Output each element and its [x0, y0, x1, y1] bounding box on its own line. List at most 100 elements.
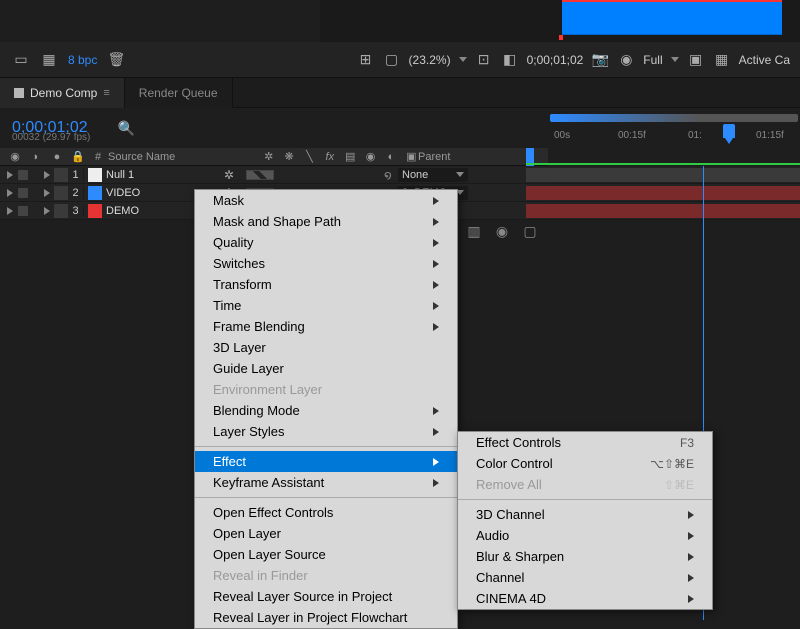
grid-icon[interactable]: ⊞	[357, 52, 375, 68]
submenu-arrow-icon	[433, 239, 439, 247]
trash-icon[interactable]: 🗑	[107, 52, 125, 68]
switch-icon: ◐	[384, 150, 397, 164]
layer-swatch[interactable]	[88, 186, 102, 200]
menu-item[interactable]: Open Effect Controls	[195, 502, 457, 523]
audio-toggle-icon[interactable]: ◗	[29, 150, 43, 164]
parent-dropdown[interactable]: None	[398, 168, 468, 182]
menu-item[interactable]: Guide Layer	[195, 358, 457, 379]
zoom-dropdown[interactable]: (23.2%)	[409, 53, 451, 67]
layer-name[interactable]: Null 1	[106, 169, 224, 181]
layer-swatch[interactable]	[88, 204, 102, 218]
col-source-name[interactable]: Source Name	[108, 151, 258, 163]
layer-number: 2	[68, 187, 84, 199]
guides-icon[interactable]: ▦	[713, 52, 731, 68]
menu-item-label: Remove All	[476, 477, 542, 492]
folder-icon[interactable]: ▭	[12, 52, 30, 68]
menu-item-label: Reveal in Finder	[213, 568, 308, 583]
menu-item[interactable]: 3D Layer	[195, 337, 457, 358]
resolution-dropdown[interactable]: Full	[643, 53, 662, 67]
menu-item[interactable]: Channel	[458, 567, 712, 588]
submenu-arrow-icon	[688, 574, 694, 582]
submenu-arrow-icon	[688, 595, 694, 603]
display-icon[interactable]: ▢	[383, 52, 401, 68]
label-color[interactable]	[54, 168, 68, 182]
triangle-right-icon	[44, 207, 50, 215]
menu-item[interactable]: Open Layer Source	[195, 544, 457, 565]
menu-shortcut: F3	[680, 436, 694, 450]
menu-item[interactable]: Blending Mode	[195, 400, 457, 421]
separator	[458, 499, 712, 500]
menu-item[interactable]: Mask	[195, 190, 457, 211]
crop-icon[interactable]: ⊡	[475, 52, 493, 68]
menu-item[interactable]: CINEMA 4D	[458, 588, 712, 609]
toolbar-timecode[interactable]: 0;00;01;02	[527, 53, 584, 67]
playhead[interactable]	[723, 124, 735, 138]
video-toggle-icon[interactable]: ◉	[8, 150, 22, 164]
menu-item[interactable]: Frame Blending	[195, 316, 457, 337]
time-navigator[interactable]	[550, 114, 798, 122]
toolbar: ▭ ▦ 8 bpc 🗑 ⊞ ▢ (23.2%) ⊡ ◧ 0;00;01;02 📷…	[0, 42, 800, 78]
menu-item[interactable]: 3D Channel	[458, 504, 712, 525]
menu-item[interactable]: Effect	[195, 451, 457, 472]
solo-icon[interactable]: ●	[50, 150, 64, 164]
expand-toggle[interactable]	[4, 169, 16, 181]
menu-item-label: Open Layer Source	[213, 547, 326, 562]
tab-demo-comp[interactable]: Demo Comp ≡	[0, 78, 125, 108]
tab-label: Render Queue	[139, 86, 218, 100]
submenu-arrow-icon	[688, 511, 694, 519]
layer-pill[interactable]	[40, 204, 54, 218]
region-icon[interactable]: ▣	[687, 52, 705, 68]
video-switch[interactable]	[18, 188, 28, 198]
menu-item[interactable]: Reveal Layer in Project Flowchart	[195, 607, 457, 628]
new-comp-icon[interactable]: ▦	[40, 52, 58, 68]
menu-item[interactable]: Time	[195, 295, 457, 316]
draft3d-icon[interactable]: ▢	[520, 222, 540, 240]
graph-icon[interactable]: ◉	[492, 222, 512, 240]
tab-render-queue[interactable]: Render Queue	[125, 78, 233, 108]
pickwhip-icon[interactable]: ໑	[384, 168, 398, 182]
menu-item[interactable]: Transform	[195, 274, 457, 295]
menu-item[interactable]: Quality	[195, 232, 457, 253]
menu-item[interactable]: Effect ControlsF3	[458, 432, 712, 453]
layer-pill[interactable]	[40, 186, 54, 200]
video-switch[interactable]	[18, 206, 28, 216]
layer-swatch[interactable]	[88, 168, 102, 182]
label-color[interactable]	[54, 186, 68, 200]
time-ruler[interactable]: 00s 00:15f 01: 01:15f	[548, 108, 800, 148]
switch-icon: ╲	[303, 150, 316, 164]
menu-item[interactable]: Switches	[195, 253, 457, 274]
timeline-area[interactable]	[548, 166, 800, 220]
transparency-icon[interactable]: ◧	[501, 52, 519, 68]
layer-bar[interactable]	[526, 186, 800, 200]
active-camera-dropdown[interactable]: Active Ca	[739, 53, 790, 67]
channels-icon[interactable]: ◉	[617, 52, 635, 68]
separator	[195, 497, 457, 498]
menu-item[interactable]: Audio	[458, 525, 712, 546]
layer-pill[interactable]	[40, 168, 54, 182]
layer-row[interactable]: 1 Null 1 ✲ ໑ None	[0, 166, 548, 184]
menu-item[interactable]: Reveal Layer Source in Project	[195, 586, 457, 607]
menu-item[interactable]: Blur & Sharpen	[458, 546, 712, 567]
tab-menu-icon[interactable]: ≡	[103, 87, 109, 99]
expand-toggle[interactable]	[4, 187, 16, 199]
menu-item[interactable]: Layer Styles	[195, 421, 457, 442]
menu-item[interactable]: Color Control⌥⇧⌘E	[458, 453, 712, 474]
motion-blur-icon[interactable]: ▥	[464, 222, 484, 240]
expand-toggle[interactable]	[4, 205, 16, 217]
lock-icon[interactable]: 🔒	[71, 150, 85, 164]
caret-down-icon	[671, 57, 679, 62]
menu-item[interactable]: Mask and Shape Path	[195, 211, 457, 232]
col-number[interactable]: #	[88, 151, 108, 163]
layer-bar[interactable]	[526, 168, 800, 182]
bit-depth-label[interactable]: 8 bpc	[68, 53, 97, 67]
snapshot-icon[interactable]: 📷	[591, 52, 609, 68]
triangle-right-icon	[44, 171, 50, 179]
menu-item[interactable]: Open Layer	[195, 523, 457, 544]
shy-switch[interactable]: ✲	[224, 168, 238, 182]
quality-switch[interactable]	[246, 170, 274, 180]
video-switch[interactable]	[18, 170, 28, 180]
search-icon[interactable]: 🔍	[118, 120, 135, 137]
label-color[interactable]	[54, 204, 68, 218]
layer-bar[interactable]	[526, 204, 800, 218]
menu-item[interactable]: Keyframe Assistant	[195, 472, 457, 493]
